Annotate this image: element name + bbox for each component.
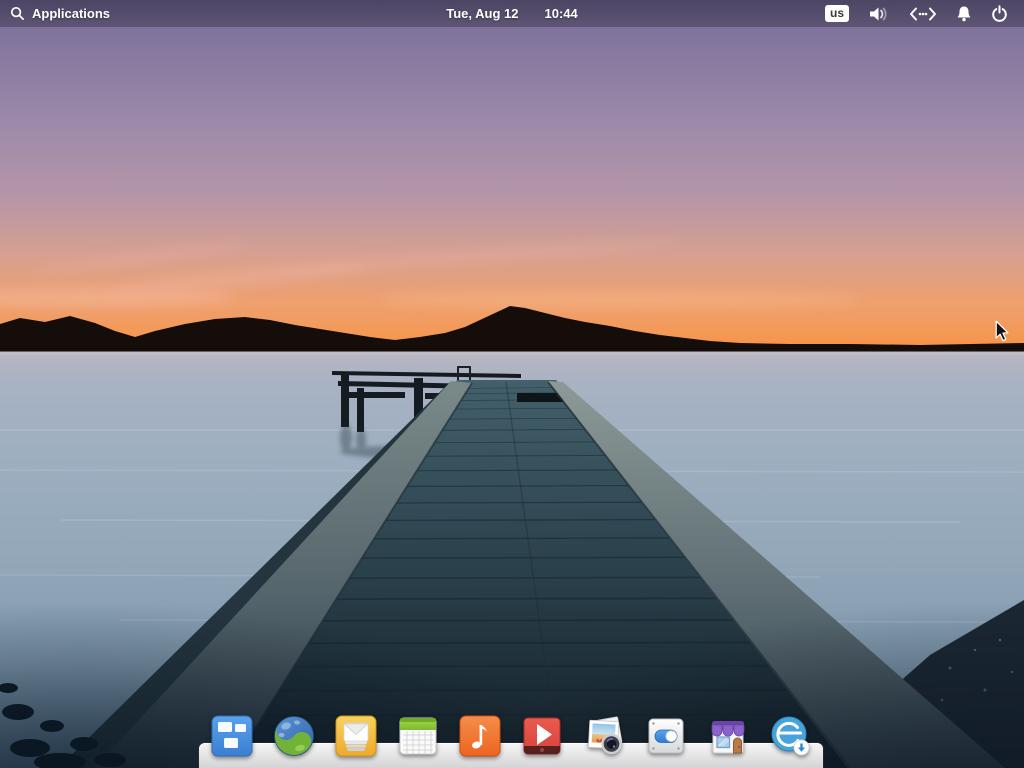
appcenter-icon[interactable] [707, 715, 749, 757]
software-updates-icon[interactable] [769, 715, 811, 757]
calendar-icon[interactable] [397, 715, 439, 757]
dock-icons [199, 715, 823, 757]
system-settings-icon[interactable] [645, 715, 687, 757]
keyboard-layout-indicator[interactable]: us [825, 5, 849, 22]
datetime-indicator[interactable]: Tue, Aug 12 10:44 [446, 0, 577, 27]
network-icon[interactable] [909, 7, 937, 21]
desktop-wallpaper [0, 0, 1024, 768]
panel-indicators: us [825, 5, 1024, 23]
panel-date: Tue, Aug 12 [446, 6, 518, 21]
volume-icon[interactable] [868, 5, 890, 23]
mail-icon[interactable] [335, 715, 377, 757]
web-browser-icon[interactable] [273, 715, 315, 757]
music-icon[interactable] [459, 715, 501, 757]
notifications-bell-icon[interactable] [956, 5, 972, 22]
search-icon [10, 6, 25, 21]
photos-icon[interactable] [583, 715, 625, 757]
multitasking-view-icon[interactable] [211, 715, 253, 757]
panel-time: 10:44 [544, 6, 577, 21]
desktop: Applications Tue, Aug 12 10:44 us [0, 0, 1024, 768]
top-panel: Applications Tue, Aug 12 10:44 us [0, 0, 1024, 27]
applications-menu[interactable]: Applications [0, 6, 110, 21]
mouse-cursor [993, 320, 1011, 342]
power-icon[interactable] [991, 5, 1008, 22]
videos-icon[interactable] [521, 715, 563, 757]
applications-label: Applications [32, 6, 110, 21]
